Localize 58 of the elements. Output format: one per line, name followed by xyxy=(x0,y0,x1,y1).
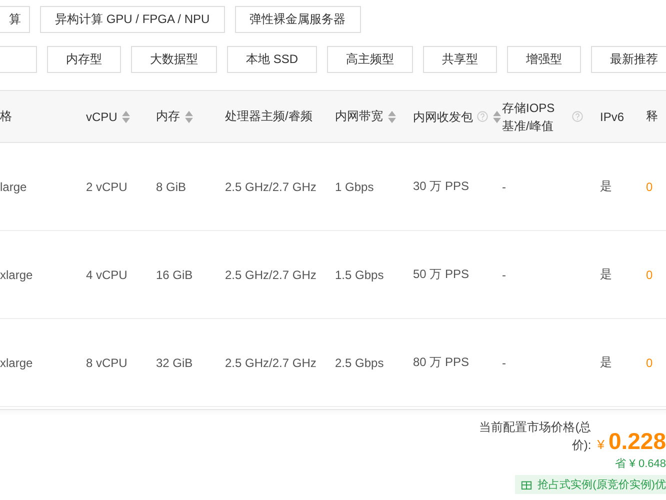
sort-icon[interactable] xyxy=(387,110,397,124)
help-icon[interactable] xyxy=(572,111,583,122)
price-label: 当前配置市场价格(总价): xyxy=(478,419,592,454)
category-tab[interactable]: 异构计算 GPU / FPGA / NPU xyxy=(40,6,225,33)
table-cell: 80 万 PPS xyxy=(413,354,470,371)
type-tab[interactable]: 增强型 xyxy=(507,46,582,73)
column-header[interactable]: 处理器主频/睿频 xyxy=(225,91,335,142)
table-cell: 50 万 PPS xyxy=(413,266,470,283)
sort-icon[interactable] xyxy=(121,110,132,124)
table-cell: 30 万 PPS xyxy=(413,178,470,195)
table-cell: 8 GiB xyxy=(156,180,186,194)
table-cell: 是 xyxy=(600,178,612,195)
column-header[interactable]: IPv6 xyxy=(600,91,646,142)
table-cell: 32 GiB xyxy=(156,356,193,370)
table-cell: 2.5 GHz/2.7 GHz xyxy=(225,268,316,282)
table-cell: - xyxy=(502,180,506,194)
currency-symbol: ¥ xyxy=(597,437,604,452)
savings-text: 省 ¥ 0.648 xyxy=(615,457,666,471)
column-header[interactable]: 内存 xyxy=(156,91,225,142)
type-tab[interactable]: 最新推荐 xyxy=(591,46,666,73)
table-cell: xlarge xyxy=(0,268,33,282)
column-header[interactable]: 内网带宽 xyxy=(335,91,413,142)
column-header[interactable]: vCPU xyxy=(86,91,156,142)
table-cell: 1 Gbps xyxy=(335,180,374,194)
type-tab[interactable]: 共享型 xyxy=(423,46,498,73)
sort-icon[interactable] xyxy=(184,110,194,124)
table-cell: 16 GiB xyxy=(156,268,193,282)
table-cell: - xyxy=(502,356,506,370)
table-cell: 0 xyxy=(646,268,653,282)
table-cell: - xyxy=(502,268,506,282)
type-tab[interactable]: 大数据型 xyxy=(131,46,217,73)
table-cell: 2 vCPU xyxy=(86,180,128,194)
table-cell: 2.5 GHz/2.7 GHz xyxy=(225,356,316,370)
table-cell: 0 xyxy=(646,180,653,194)
type-tab[interactable]: 高主频型 xyxy=(327,46,414,73)
table-cell: 1.5 Gbps xyxy=(335,268,384,282)
table-cell: 是 xyxy=(600,266,612,283)
column-header[interactable]: 内网收发包 xyxy=(413,91,502,142)
column-header[interactable]: 存储IOPS 基准/峰值 xyxy=(502,91,600,142)
table-cell: 4 vCPU xyxy=(86,268,128,282)
column-header[interactable]: 格 xyxy=(0,91,86,142)
promo-tag: 抢占式实例(原竞价实例)优 xyxy=(514,475,666,494)
tab-edge[interactable] xyxy=(0,46,37,73)
column-header[interactable]: 释 xyxy=(646,91,666,142)
table-cell: large xyxy=(0,180,27,194)
table-cell: 2.5 Gbps xyxy=(335,356,384,370)
table-cell: xlarge xyxy=(0,356,33,370)
price-amount: 0.228 xyxy=(608,428,666,454)
table-cell: 0 xyxy=(646,356,653,370)
category-tab[interactable]: 算 xyxy=(0,6,30,33)
type-tab[interactable]: 内存型 xyxy=(47,46,121,73)
help-icon[interactable] xyxy=(477,111,488,122)
sort-icon[interactable] xyxy=(492,110,502,124)
type-tab[interactable]: 本地 SSD xyxy=(227,46,318,73)
category-tab[interactable]: 弹性裸金属服务器 xyxy=(234,6,361,33)
table-cell: 8 vCPU xyxy=(86,356,128,370)
table-cell: 2.5 GHz/2.7 GHz xyxy=(225,180,316,194)
table-cell: 是 xyxy=(600,354,612,371)
